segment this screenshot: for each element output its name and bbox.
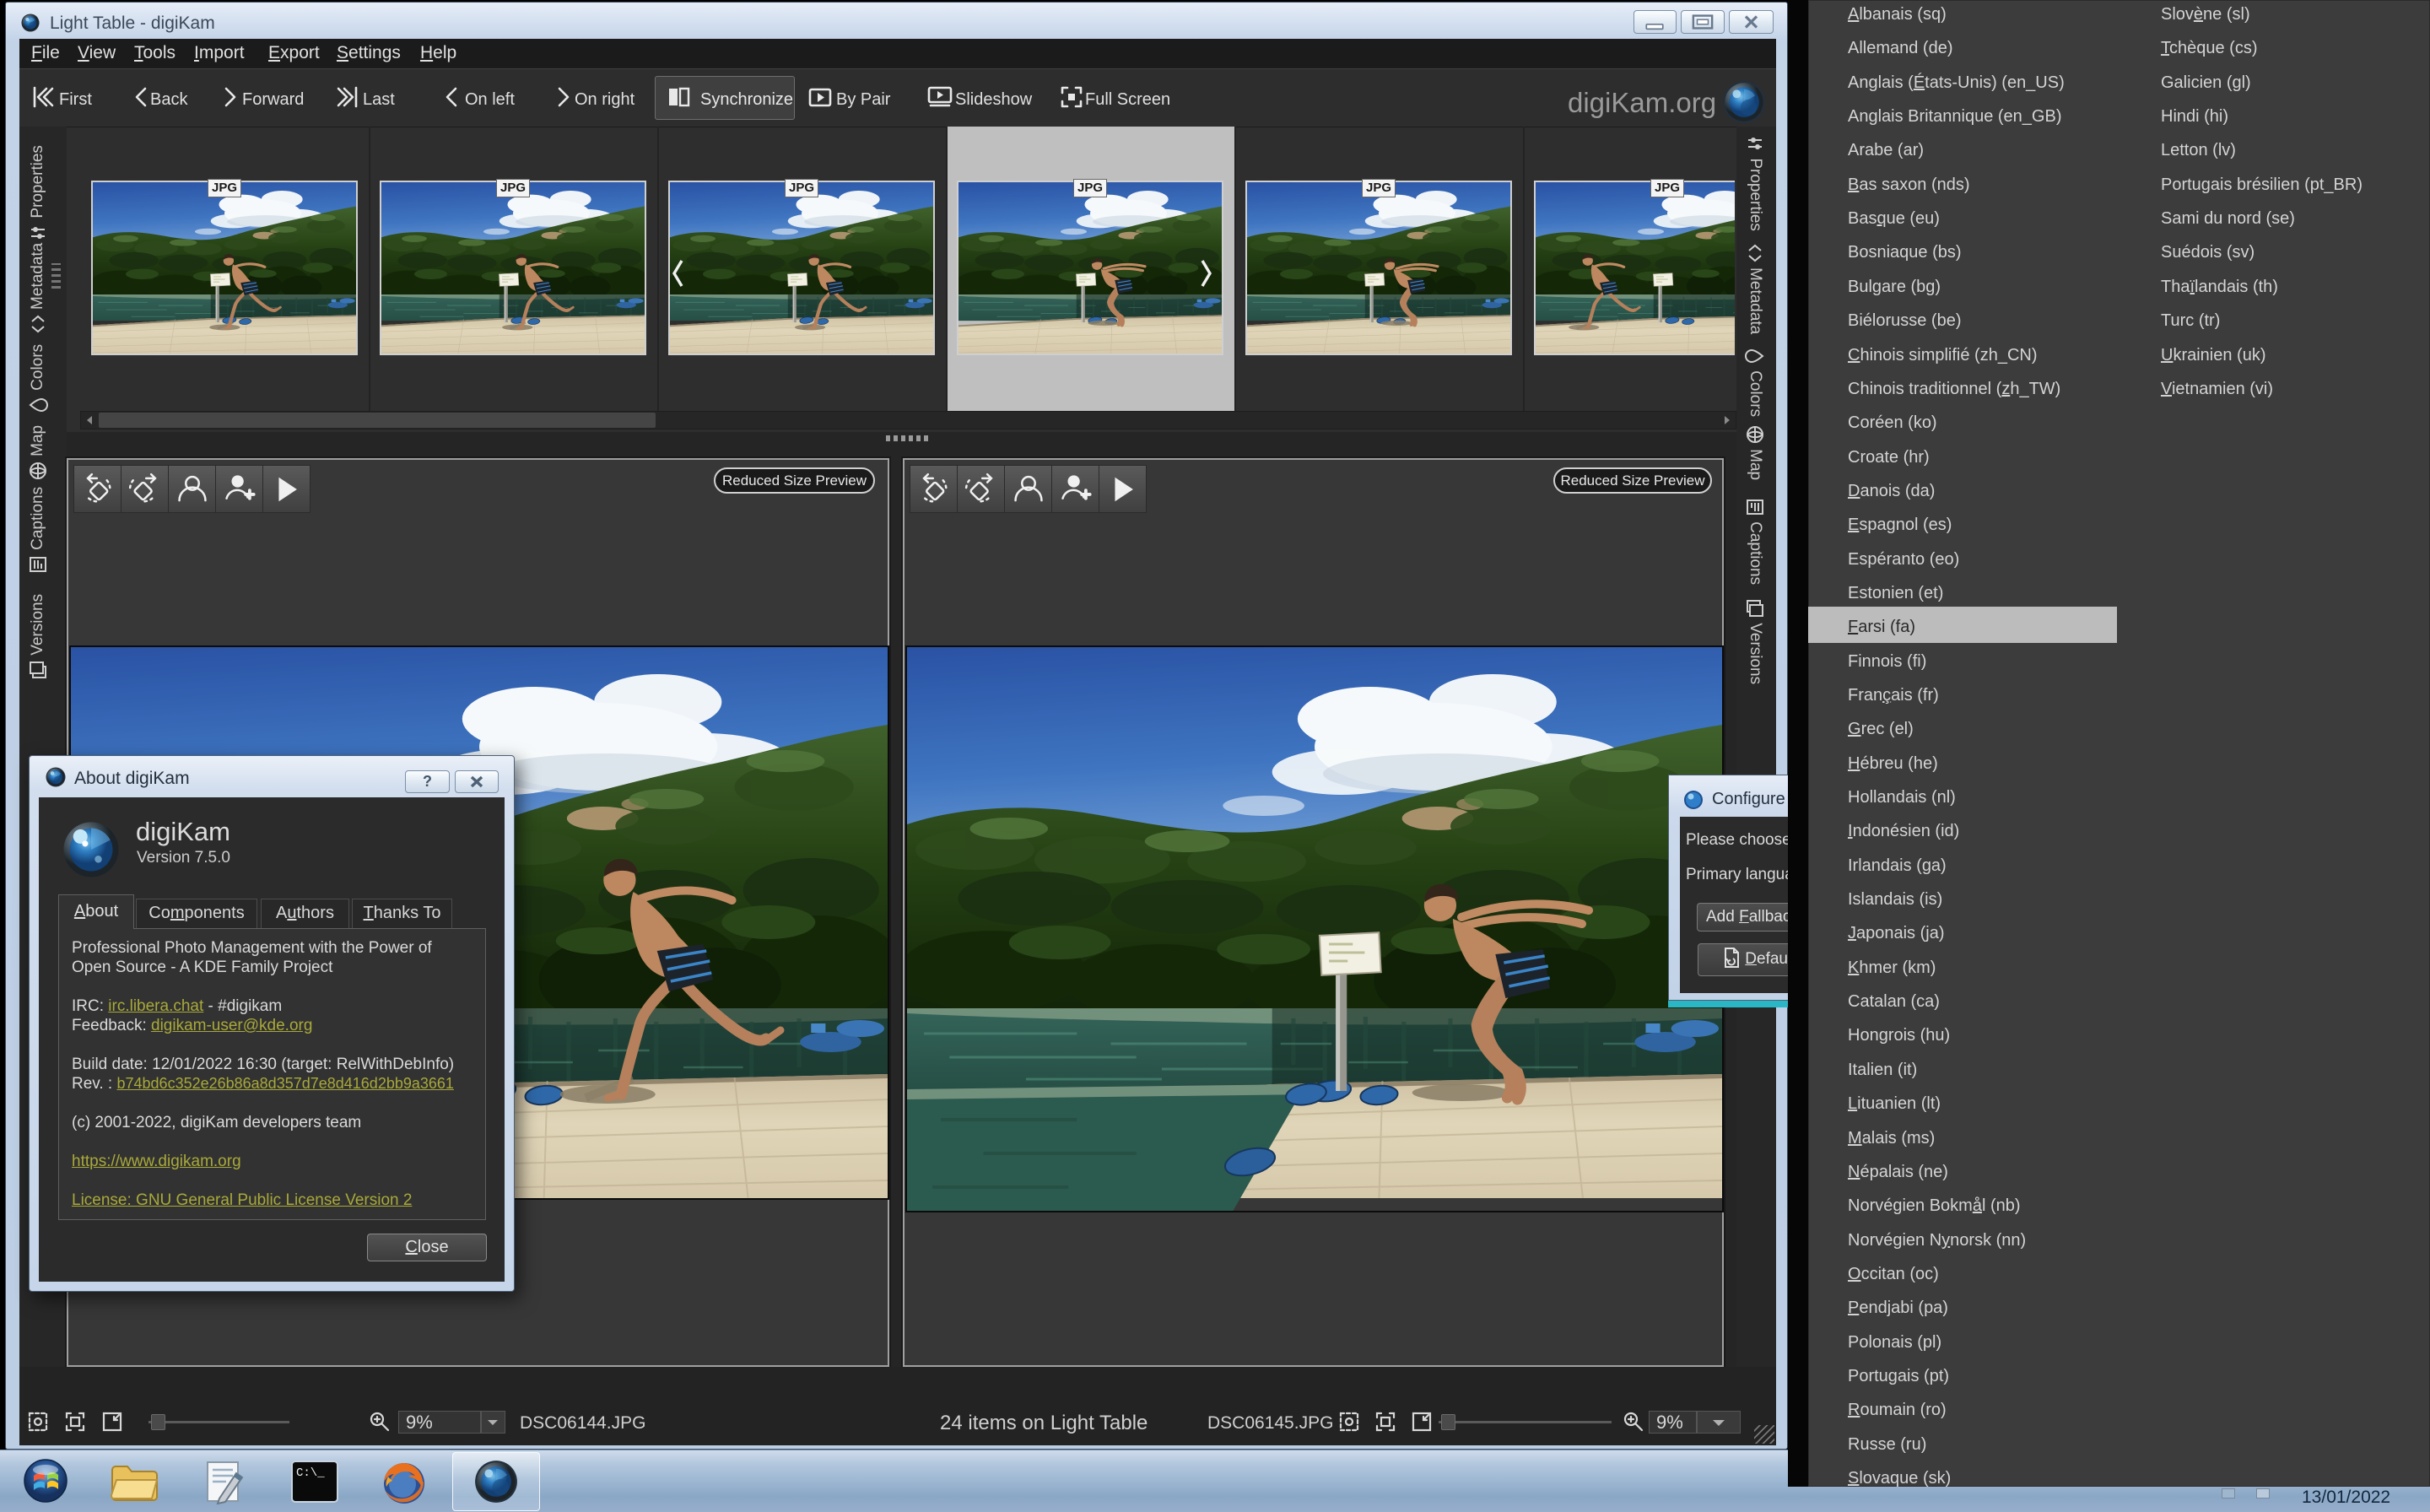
- svg-text:C:\_: C:\_: [296, 1466, 325, 1480]
